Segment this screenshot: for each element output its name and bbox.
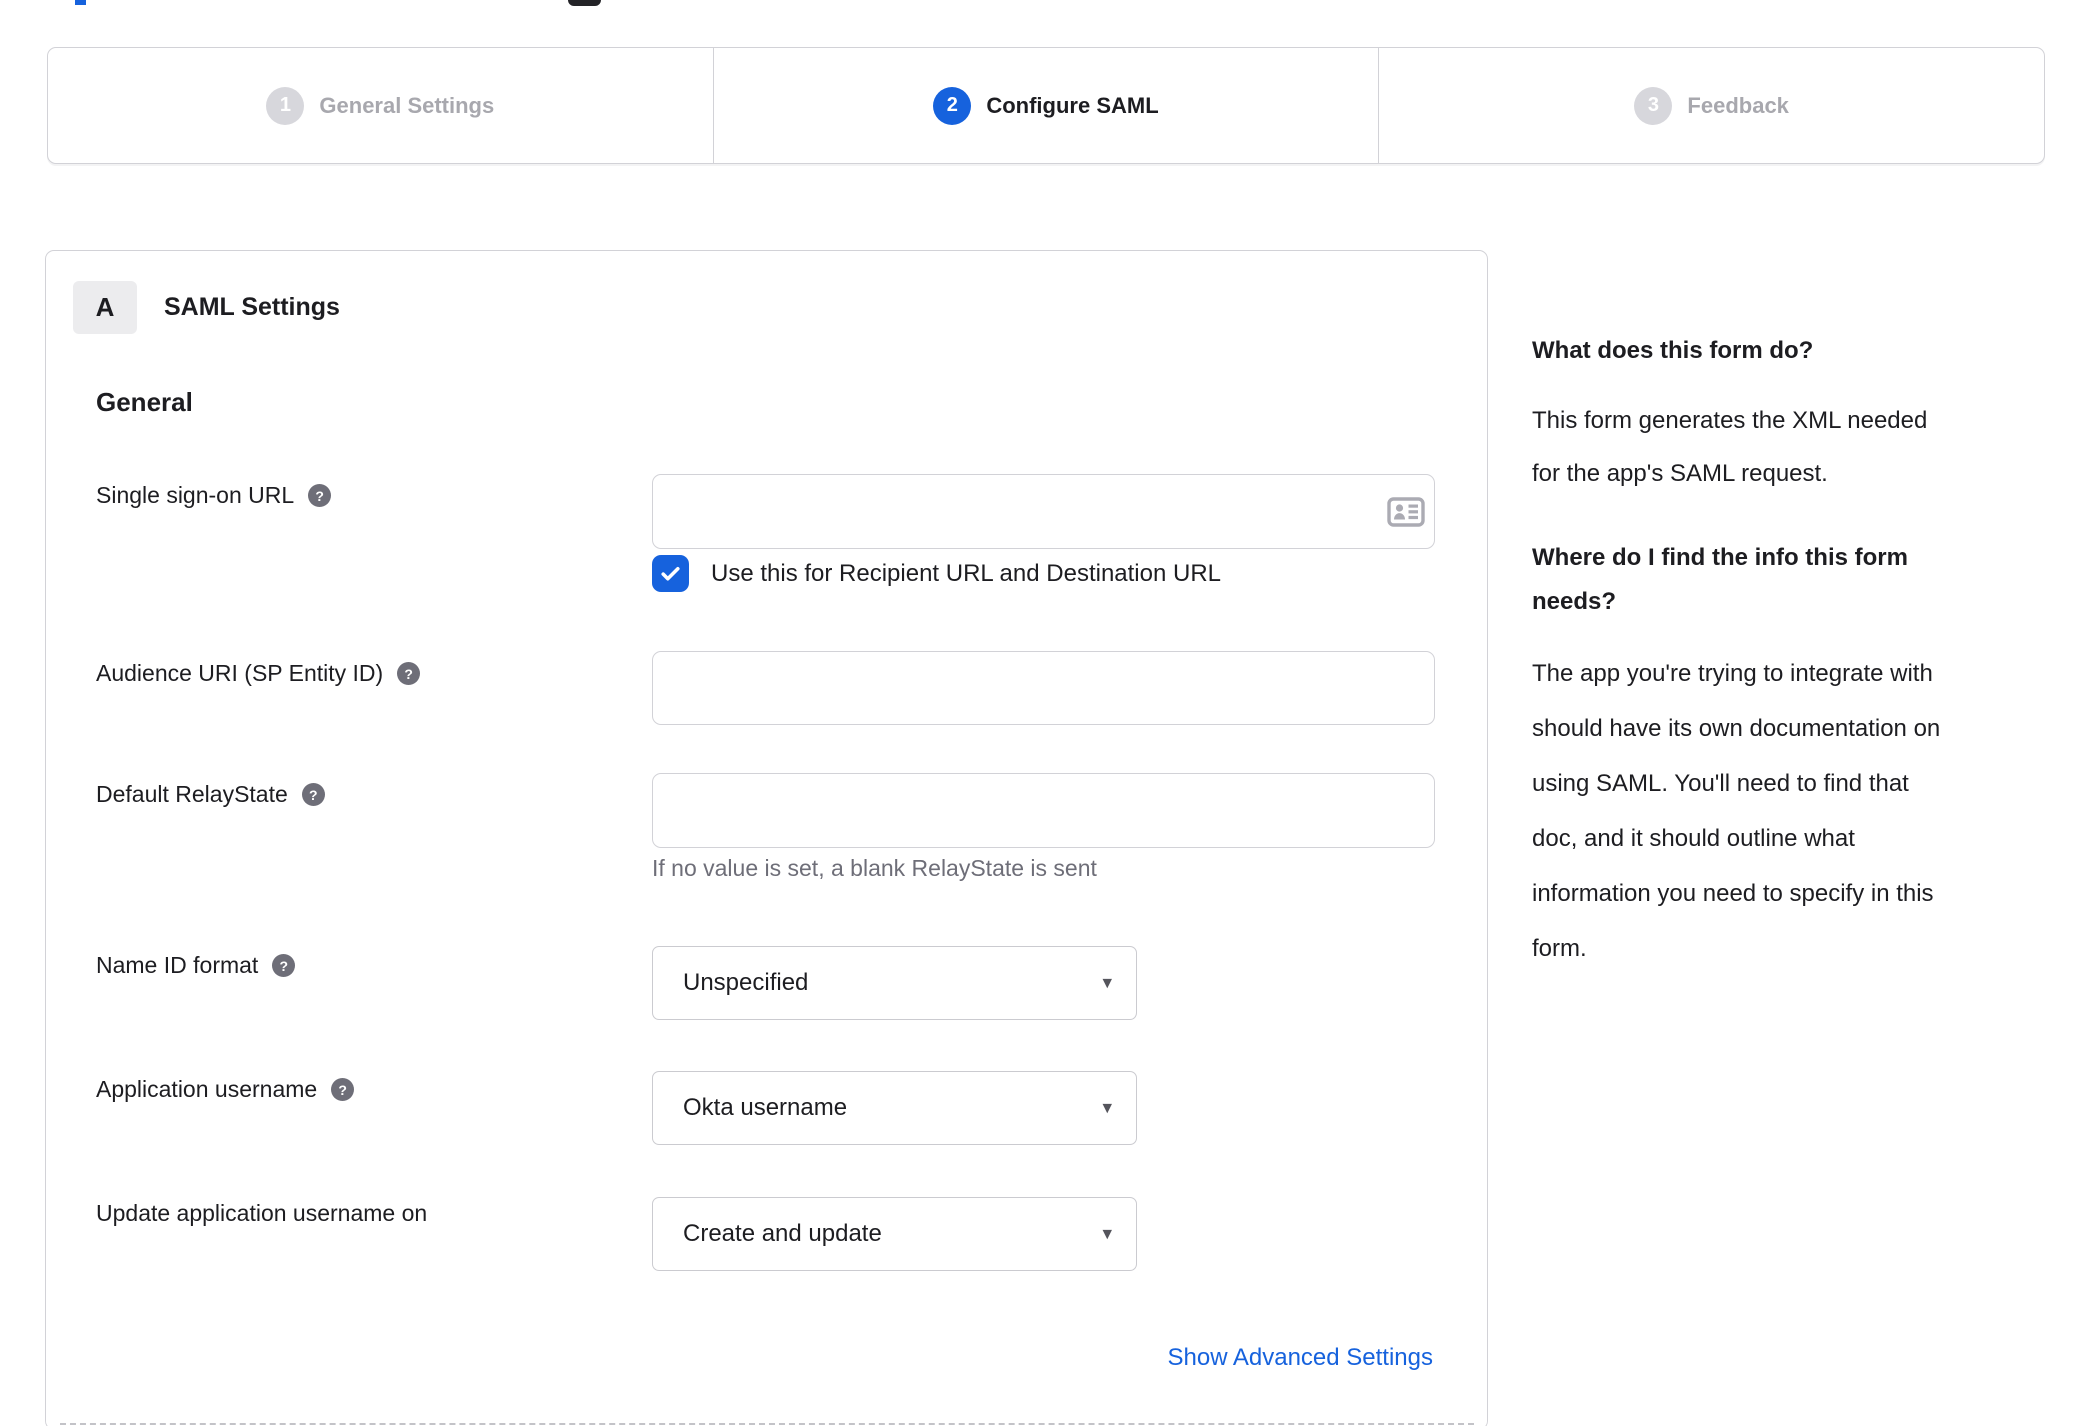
audience-uri-label: Audience URI (SP Entity ID) (96, 660, 384, 686)
update-username-label: Update application username on (96, 1200, 428, 1226)
help-icon[interactable]: ? (272, 954, 296, 977)
checkmark-icon (658, 561, 683, 586)
sso-url-label: Single sign-on URL (96, 482, 295, 508)
sso-url-label-row: Single sign-on URL ? (96, 482, 332, 509)
sso-url-input[interactable] (652, 474, 1435, 549)
step-feedback[interactable]: 3 Feedback (1378, 48, 2044, 163)
sso-url-input-wrap (652, 474, 1435, 549)
relaystate-label-row: Default RelayState ? (96, 781, 325, 808)
name-id-format-select[interactable]: Unspecified ▾ (652, 946, 1137, 1020)
contact-card-icon (1387, 496, 1425, 527)
step-configure-saml[interactable]: 2 Configure SAML (712, 48, 1379, 163)
help-icon[interactable]: ? (331, 1078, 355, 1101)
sidebar-heading-where: Where do I find the info this form needs… (1532, 544, 1908, 615)
relaystate-hint: If no value is set, a blank RelayState i… (652, 855, 1097, 881)
name-id-format-label: Name ID format (96, 952, 259, 978)
help-icon[interactable]: ? (301, 783, 325, 806)
saml-settings-panel: A SAML Settings General Single sign-on U… (45, 250, 1488, 1426)
step-number-badge: 2 (933, 86, 972, 125)
name-id-format-label-row: Name ID format ? (96, 952, 296, 979)
step-number-badge: 3 (1634, 86, 1673, 125)
help-icon[interactable]: ? (308, 484, 332, 507)
help-icon[interactable]: ? (397, 662, 421, 685)
name-id-format-value: Unspecified (683, 969, 809, 996)
section-dashed-divider (60, 1423, 1474, 1425)
step-label: Configure SAML (986, 92, 1159, 118)
sidebar-paragraph-what: This form generates the XML needed for t… (1532, 407, 1928, 487)
cutoff-header-blue-fragment (75, 0, 86, 5)
show-advanced-settings-link[interactable]: Show Advanced Settings (1167, 1344, 1433, 1372)
step-label: Feedback (1687, 92, 1789, 118)
cutoff-header-logo-fragment (568, 0, 601, 6)
sidebar-heading-what: What does this form do? (1532, 337, 1814, 364)
step-general-settings[interactable]: 1 General Settings (48, 48, 713, 163)
recipient-url-checkbox[interactable] (652, 555, 689, 592)
app-username-select[interactable]: Okta username ▾ (652, 1071, 1137, 1145)
panel-title: SAML Settings (164, 293, 340, 321)
relaystate-input[interactable] (652, 773, 1435, 848)
configure-saml-page: 1 General Settings 2 Configure SAML 3 Fe… (0, 0, 2092, 1426)
panel-header: A SAML Settings (73, 281, 340, 334)
update-username-label-row: Update application username on (96, 1200, 427, 1227)
sidebar-paragraph-where: The app you're trying to integrate with … (1532, 660, 1941, 962)
step-label: General Settings (319, 92, 495, 118)
update-username-value: Create and update (683, 1220, 882, 1247)
dropdown-arrow-icon: ▾ (1102, 1223, 1112, 1245)
general-section-heading: General (96, 387, 193, 417)
relaystate-label: Default RelayState (96, 781, 288, 807)
dropdown-arrow-icon: ▾ (1102, 1097, 1112, 1119)
help-sidebar: What does this form do? This form genera… (1532, 336, 2037, 976)
recipient-url-checkbox-row: Use this for Recipient URL and Destinati… (652, 555, 1221, 592)
wizard-stepper: 1 General Settings 2 Configure SAML 3 Fe… (47, 47, 2045, 164)
audience-uri-label-row: Audience URI (SP Entity ID) ? (96, 660, 421, 687)
audience-uri-input[interactable] (652, 651, 1435, 725)
update-username-select[interactable]: Create and update ▾ (652, 1197, 1137, 1271)
dropdown-arrow-icon: ▾ (1102, 972, 1112, 994)
app-username-value: Okta username (683, 1094, 848, 1121)
recipient-url-checkbox-label: Use this for Recipient URL and Destinati… (711, 559, 1222, 587)
app-username-label-row: Application username ? (96, 1076, 355, 1103)
section-a-badge: A (73, 281, 137, 334)
step-number-badge: 1 (266, 86, 305, 125)
app-username-label: Application username (96, 1076, 318, 1102)
